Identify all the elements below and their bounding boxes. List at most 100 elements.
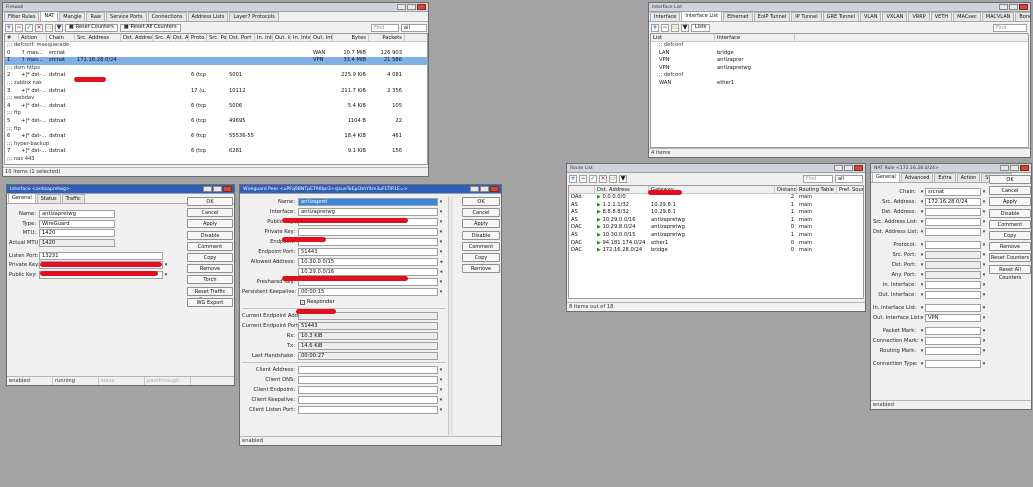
tab-service-ports[interactable]: Service Ports bbox=[106, 12, 147, 21]
table-row[interactable]: AS ▶ 8.8.8.8/32 10.29.8.1 1 main bbox=[569, 209, 863, 217]
filter-select[interactable]: all bbox=[401, 24, 427, 32]
table-row[interactable]: DAC ▶ 94.181.174.0/24 ether1 0 main bbox=[569, 240, 863, 248]
column-header[interactable]: Out. Inter... bbox=[311, 34, 333, 41]
interface-titlebar[interactable]: Interface <antizapretwg> bbox=[7, 185, 234, 194]
minimize-icon[interactable] bbox=[1000, 165, 1009, 171]
tab-extra[interactable]: Extra bbox=[934, 173, 956, 182]
table-row[interactable]: AS ▶ 10.30.0.0/15 antizapretwg 1 main bbox=[569, 232, 863, 240]
dropdown-arrow-icon[interactable]: ▾ bbox=[981, 314, 987, 322]
tab-eoip-tunnel[interactable]: EoIP Tunnel bbox=[753, 12, 791, 21]
nat-rule-titlebar[interactable]: NAT Rule <172.16.28.0/24> bbox=[871, 164, 1031, 173]
tab-general[interactable]: General bbox=[8, 193, 36, 203]
table-row[interactable]: 5 +|* dst-... dstnat 6 (tcp) 49695 1104 B 22 bbox=[5, 118, 427, 126]
comment-row[interactable]: ;;; dsm https bbox=[5, 65, 427, 73]
column-header[interactable]: Src. Port bbox=[207, 34, 227, 41]
minimize-icon[interactable] bbox=[397, 4, 406, 10]
comment-row[interactable]: ;;; hyper-backup bbox=[5, 141, 427, 149]
table-row[interactable]: AS ▶ 10.29.0.0/16 antizapretwg 1 main bbox=[569, 217, 863, 225]
dropdown-arrow-icon[interactable]: ▾ bbox=[981, 271, 987, 279]
dropdown-arrow-icon[interactable]: ▾ bbox=[981, 327, 987, 335]
dropdown-arrow-icon[interactable]: ▾ bbox=[438, 198, 444, 206]
column-header[interactable]: Bytes bbox=[333, 34, 369, 41]
field-input[interactable]: VPN bbox=[925, 314, 981, 322]
reset-counters-button[interactable]: ■ Reset Counters bbox=[65, 23, 118, 32]
tab-ethernet[interactable]: Ethernet bbox=[723, 12, 753, 21]
apply-button[interactable]: Apply bbox=[462, 219, 500, 229]
field-input[interactable] bbox=[298, 376, 438, 384]
minimize-icon[interactable] bbox=[203, 186, 212, 192]
disable-button[interactable]: Disable bbox=[462, 230, 500, 240]
field-input[interactable]: 00:00:15 bbox=[298, 288, 438, 296]
close-icon[interactable] bbox=[223, 186, 232, 192]
cancel-button[interactable]: Cancel bbox=[989, 186, 1031, 196]
apply-button[interactable]: Apply bbox=[989, 197, 1031, 207]
filter-icon[interactable]: ▼ bbox=[681, 23, 689, 32]
responder-checkbox[interactable]: ✓ bbox=[300, 299, 305, 305]
column-header[interactable]: Proto... bbox=[189, 34, 207, 41]
tab-bonding[interactable]: Bonding bbox=[1015, 12, 1030, 21]
dropdown-arrow-icon[interactable]: ▾ bbox=[438, 396, 444, 404]
table-row[interactable]: WAN ether1 bbox=[651, 80, 1028, 88]
reset-all-counters-button[interactable]: ■ Reset All Counters bbox=[119, 23, 181, 32]
tab-nat[interactable]: NAT bbox=[40, 11, 59, 21]
copy-button[interactable]: Copy bbox=[187, 252, 233, 262]
column-header[interactable]: # bbox=[5, 34, 19, 41]
tab-connections[interactable]: Connections bbox=[147, 12, 187, 21]
field-input[interactable] bbox=[925, 241, 981, 249]
tab-filter-rules[interactable]: Filter Rules bbox=[4, 12, 40, 21]
wireguard-peer-titlebar[interactable]: Wireguard Peer <uPFq9BNTpETA6tpr2+sJsueT… bbox=[240, 185, 501, 194]
column-header[interactable]: Distance bbox=[775, 186, 797, 193]
tab-status[interactable]: Status bbox=[36, 194, 61, 203]
dropdown-arrow-icon[interactable]: ▾ bbox=[981, 337, 987, 345]
column-header[interactable]: Dst. Port bbox=[227, 34, 255, 41]
dropdown-arrow-icon[interactable]: ▾ bbox=[981, 251, 987, 259]
filter-icon[interactable]: ▼ bbox=[619, 174, 627, 183]
table-row[interactable]: 4 +|* dst-... dstnat 6 (tcp) 5006 5.4 KiB 105 bbox=[5, 103, 427, 111]
dropdown-arrow-icon[interactable]: ▾ bbox=[438, 248, 444, 256]
dropdown-arrow-icon[interactable]: ▾ bbox=[438, 288, 444, 296]
remove-icon[interactable]: − bbox=[661, 23, 669, 32]
table-row[interactable]: DAd ▶ 0.0.0.0/0 2 main bbox=[569, 194, 863, 202]
tab-macsec[interactable]: MACsec bbox=[953, 12, 981, 21]
field-input[interactable]: WireGuard bbox=[39, 220, 115, 228]
table-row[interactable]: 0 ↑ mas... srcnat WAN 10.7 MiB 126 903 bbox=[5, 50, 427, 58]
column-header[interactable]: Src. Address bbox=[75, 34, 121, 41]
maximize-icon[interactable] bbox=[480, 186, 489, 192]
dropdown-arrow-icon[interactable]: ▾ bbox=[981, 241, 987, 249]
dropdown-arrow-icon[interactable]: ▾ bbox=[981, 218, 987, 226]
tab-vrrp[interactable]: VRRP bbox=[908, 12, 930, 21]
field-input[interactable] bbox=[298, 386, 438, 394]
tab-raw[interactable]: Raw bbox=[86, 12, 106, 21]
find-input[interactable]: Find bbox=[993, 24, 1027, 32]
column-header[interactable]: Packets bbox=[369, 34, 405, 41]
reset-counters-button[interactable]: Reset Counters bbox=[989, 253, 1031, 263]
comment-row[interactable]: ;;; ftp bbox=[5, 126, 427, 134]
close-icon[interactable] bbox=[490, 186, 499, 192]
ok-button[interactable]: OK bbox=[989, 175, 1031, 184]
field-input[interactable] bbox=[298, 406, 438, 414]
dropdown-arrow-icon[interactable]: ▾ bbox=[438, 218, 444, 226]
ok-button[interactable]: OK bbox=[187, 197, 233, 206]
table-row[interactable]: DAC ▶ 10.29.8.0/24 antizapretwg 0 main bbox=[569, 224, 863, 232]
comment-row[interactable]: ;;; webdav bbox=[5, 95, 427, 103]
column-header[interactable]: Dst. Address bbox=[595, 186, 649, 193]
find-input[interactable]: Find bbox=[371, 24, 399, 32]
dropdown-arrow-icon[interactable]: ▾ bbox=[981, 198, 987, 206]
comment-row[interactable]: ;;; defconf: masquerade bbox=[5, 42, 427, 50]
dropdown-arrow-icon[interactable]: ▾ bbox=[438, 366, 444, 374]
maximize-icon[interactable] bbox=[1009, 4, 1018, 10]
field-input[interactable]: 10.29.0.0/16 bbox=[298, 268, 438, 276]
minimize-icon[interactable] bbox=[999, 4, 1008, 10]
maximize-icon[interactable] bbox=[407, 4, 416, 10]
disable-button[interactable]: Disable bbox=[187, 230, 233, 240]
column-header[interactable]: Routing Table bbox=[797, 186, 837, 193]
tab-action[interactable]: Action bbox=[956, 173, 981, 182]
dropdown-arrow-icon[interactable]: ▾ bbox=[438, 238, 444, 246]
field-input[interactable] bbox=[925, 208, 981, 216]
tab-general[interactable]: General bbox=[872, 172, 900, 182]
field-input[interactable]: 1420 bbox=[39, 239, 115, 247]
comment-button[interactable]: Comment bbox=[187, 241, 233, 251]
dropdown-arrow-icon[interactable]: ▾ bbox=[981, 208, 987, 216]
column-header[interactable]: Dst. Address bbox=[121, 34, 153, 41]
interface-list-titlebar[interactable]: Interface List bbox=[649, 3, 1030, 12]
